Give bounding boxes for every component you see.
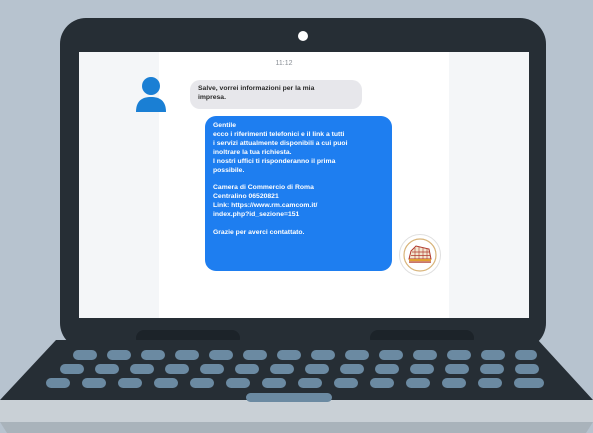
user-silhouette-icon (136, 77, 166, 112)
webcam-icon (298, 31, 308, 41)
laptop-illustration: 11:12 Salve, vorrei informazioni per la … (0, 0, 593, 433)
message-timestamp: 11:12 (275, 60, 293, 67)
laptop-screen: 11:12 Salve, vorrei informazioni per la … (79, 52, 529, 318)
incoming-message-bubble: Salve, vorrei informazioni per la mia im… (190, 80, 362, 109)
outgoing-message-bubble: Gentile ecco i riferimenti telefonici e … (205, 116, 392, 271)
spacebar (246, 393, 332, 402)
colosseum-logo-icon (399, 234, 441, 276)
